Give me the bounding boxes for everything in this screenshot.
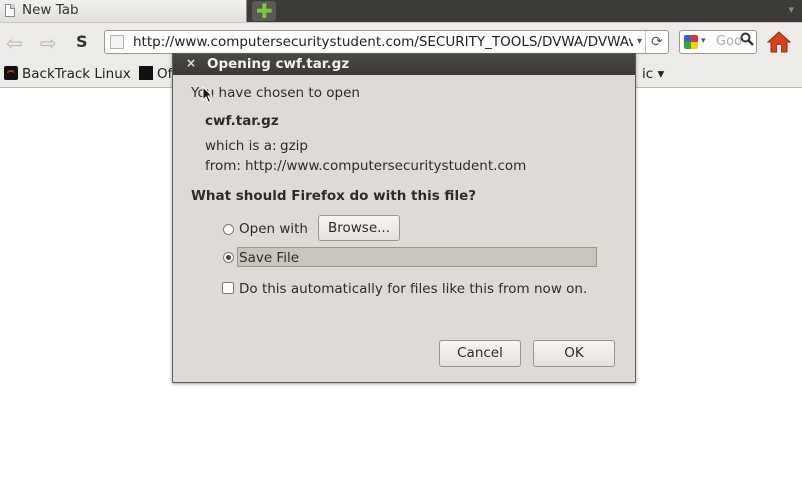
open-with-label[interactable]: Open with: [239, 221, 308, 237]
from-value: http://www.computersecuritystudent.com: [245, 158, 527, 174]
opening-file-dialog: × Opening cwf.tar.gz You have chosen to …: [172, 53, 636, 383]
save-file-radio[interactable]: [223, 252, 234, 263]
save-file-label[interactable]: Save File: [239, 250, 299, 266]
dialog-title: Opening cwf.tar.gz: [207, 56, 350, 72]
bookmark-backtrack-linux[interactable]: BackTrack Linux: [4, 66, 131, 82]
filename: cwf.tar.gz: [205, 113, 279, 129]
back-arrow-icon[interactable]: ⇦: [6, 32, 28, 54]
url-text[interactable]: http://www.computersecuritystudent.com/S…: [133, 34, 633, 50]
bookmark-folder-truncated[interactable]: ic ▾: [642, 66, 664, 82]
file-type-value: gzip: [280, 138, 308, 154]
auto-action-label[interactable]: Do this automatically for files like thi…: [239, 281, 587, 297]
dialog-titlebar[interactable]: × Opening cwf.tar.gz: [173, 54, 635, 75]
tab-title: New Tab: [22, 2, 79, 18]
backtrack-icon: [4, 66, 18, 80]
page-icon: [5, 4, 15, 17]
mouse-pointer-icon: [202, 86, 214, 104]
home-button[interactable]: [766, 29, 792, 55]
bookmark-offensive-security[interactable]: Of: [139, 66, 172, 82]
magnifier-glyph: [740, 32, 754, 46]
search-input[interactable]: Goo: [716, 34, 742, 49]
url-dropdown-icon[interactable]: ▾: [637, 36, 642, 47]
offensive-security-icon: [139, 66, 153, 80]
bookmark-label: BackTrack Linux: [22, 66, 131, 82]
close-icon[interactable]: ×: [186, 56, 196, 70]
which-is-label: which is a:: [205, 138, 277, 154]
bookmark-label: Of: [157, 66, 173, 82]
search-engine-dropdown-icon[interactable]: ▾: [701, 36, 706, 46]
question-heading: What should Firefox do with this file?: [191, 188, 477, 204]
url-bar[interactable]: http://www.computersecuritystudent.com/S…: [104, 30, 669, 54]
browse-button[interactable]: Browse...: [318, 215, 400, 241]
stop-icon[interactable]: S: [76, 32, 88, 51]
search-bar[interactable]: ▾ Goo: [679, 30, 757, 54]
from-label: from:: [205, 158, 241, 174]
plus-icon: ✚: [256, 0, 273, 23]
cancel-button[interactable]: Cancel: [439, 340, 521, 367]
reload-icon[interactable]: ⟳: [645, 31, 668, 53]
forward-arrow-icon[interactable]: ⇨: [40, 32, 62, 54]
search-icon[interactable]: [740, 32, 754, 50]
auto-action-checkbox[interactable]: [222, 282, 234, 294]
ok-button[interactable]: OK: [533, 340, 615, 367]
tab-new-tab[interactable]: New Tab: [0, 0, 247, 22]
tab-list-arrow-icon[interactable]: ▾: [788, 3, 794, 16]
intro-text: You have chosen to open: [191, 85, 360, 101]
home-icon: [766, 31, 792, 53]
open-with-radio[interactable]: [223, 224, 234, 235]
google-icon[interactable]: [684, 35, 698, 49]
new-tab-button[interactable]: ✚: [252, 1, 276, 21]
site-identity-icon[interactable]: [110, 35, 124, 49]
tab-bar: New Tab ✚ ▾: [0, 0, 802, 22]
